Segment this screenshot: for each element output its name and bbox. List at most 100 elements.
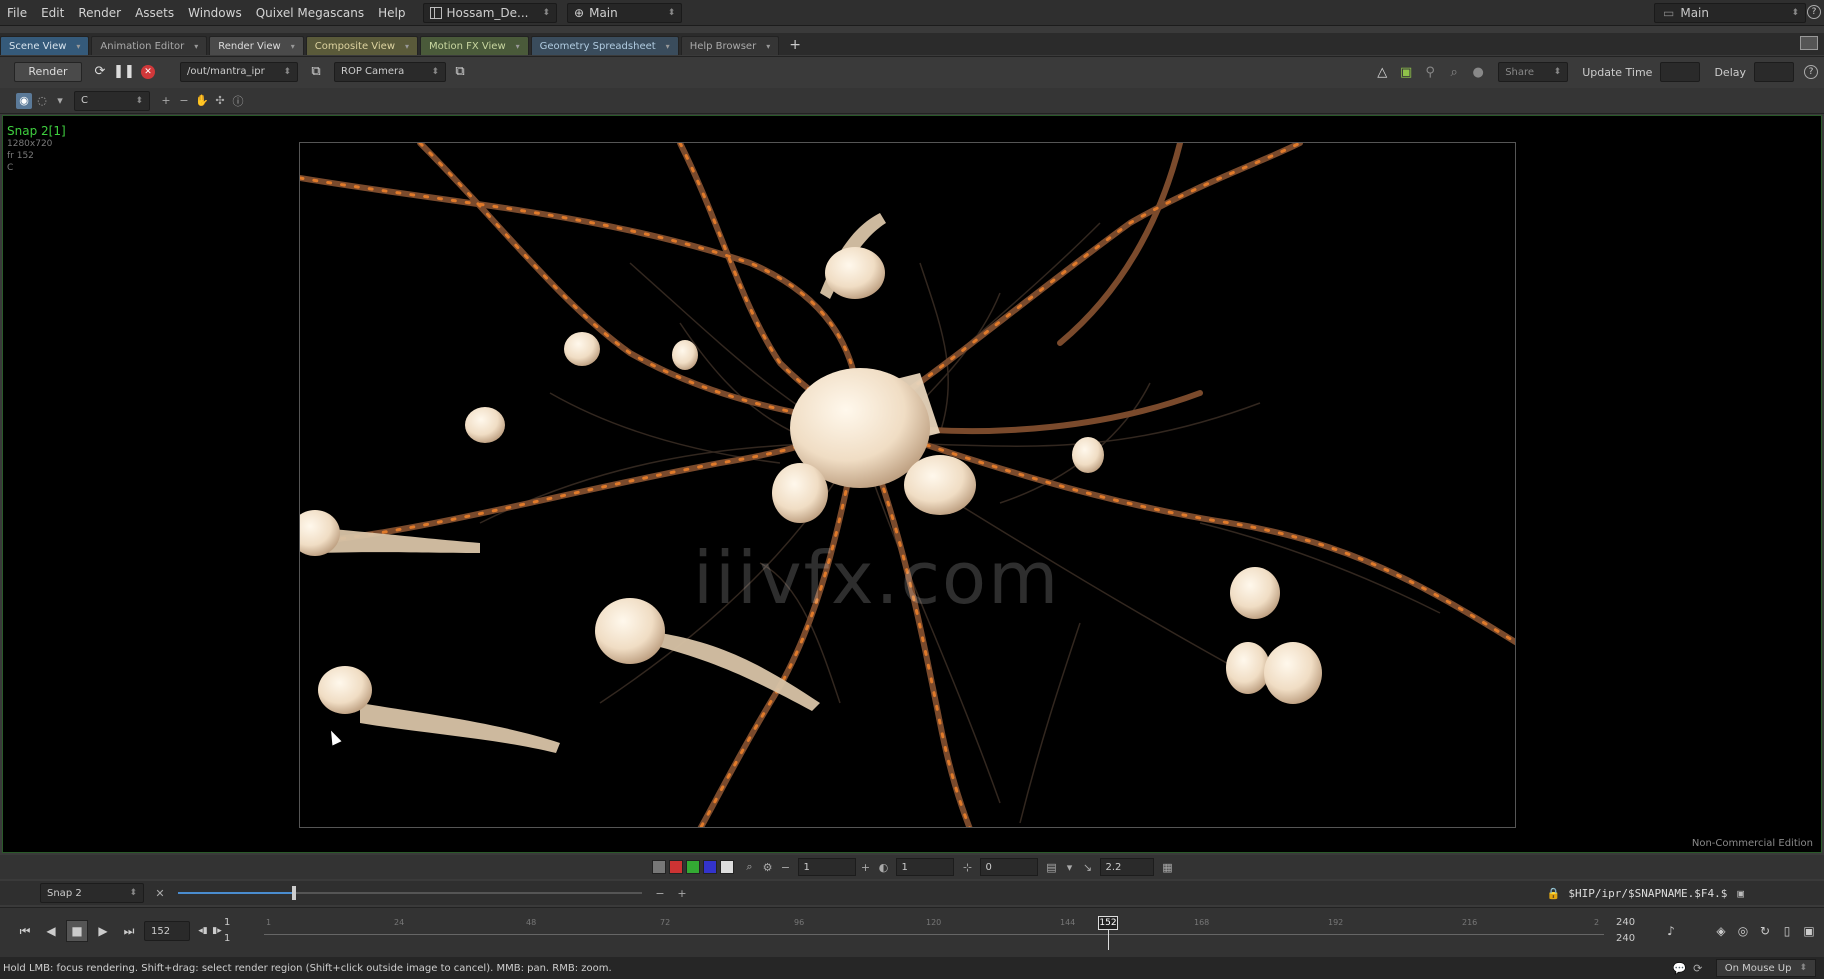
dropdown-icon[interactable]: ▾: [1062, 859, 1078, 875]
jump-start-icon[interactable]: ⏮: [14, 920, 36, 942]
save-icon[interactable]: ▣: [1737, 887, 1744, 900]
zoom-out-icon[interactable]: −: [176, 93, 192, 109]
tab-geometry-spreadsheet[interactable]: Geometry Spreadsheet ▾: [530, 36, 679, 56]
context-selector[interactable]: ⊕ Main ⬍: [567, 2, 683, 23]
help-icon[interactable]: ?: [1804, 65, 1818, 79]
start-frame-1[interactable]: 1: [224, 917, 230, 928]
timeline[interactable]: 1 24 48 72 96 120 144 168 192 216 2 152: [264, 914, 1604, 950]
current-frame-field[interactable]: 152: [144, 921, 190, 941]
share-field[interactable]: Share ⬍: [1498, 62, 1569, 82]
camera-field[interactable]: ROP Camera ⬍: [334, 61, 446, 82]
render-viewport[interactable]: Snap 2[1] 1280x720 fr 152 C iiivfx.com N…: [2, 115, 1822, 853]
pause-icon[interactable]: ❚❚: [113, 62, 135, 82]
delay-field[interactable]: [1754, 62, 1794, 82]
rgb-channel-icon[interactable]: [651, 860, 666, 874]
menu-file[interactable]: File: [0, 0, 34, 26]
stop-render-button[interactable]: ✕: [138, 62, 158, 82]
lock-icon[interactable]: 🔒: [1547, 887, 1561, 900]
tab-menu-icon[interactable]: ▾: [766, 37, 770, 56]
tab-menu-icon[interactable]: ▾: [666, 37, 670, 56]
camera-jump-icon[interactable]: ⧉: [450, 62, 470, 82]
remove-snapshot-icon[interactable]: −: [652, 885, 668, 901]
update-mode-select[interactable]: On Mouse Up ⬍: [1715, 959, 1816, 977]
zoom-icon[interactable]: ⌕: [1444, 62, 1464, 82]
gamma-field[interactable]: 2.2: [1099, 858, 1154, 876]
main-layout-selector[interactable]: ▭ Main ⬍: [1654, 3, 1806, 23]
pin-icon[interactable]: ⚲: [1420, 62, 1440, 82]
refresh-icon[interactable]: ⟳: [1690, 960, 1706, 976]
decrement-icon[interactable]: −: [778, 859, 794, 875]
render-image[interactable]: [299, 142, 1516, 828]
brightness-field[interactable]: 1: [895, 858, 954, 876]
menu-edit[interactable]: Edit: [34, 0, 71, 26]
alpha-channel-icon[interactable]: [719, 860, 734, 874]
channel-select[interactable]: C ⬍: [74, 90, 150, 111]
increment-icon[interactable]: +: [858, 859, 874, 875]
settings-icon[interactable]: ⚙: [760, 859, 776, 875]
help-icon[interactable]: ?: [1807, 5, 1821, 19]
chat-icon[interactable]: 💬: [1672, 960, 1688, 976]
render-region-icon[interactable]: △: [1372, 62, 1392, 82]
loop-icon[interactable]: ↻: [1754, 920, 1776, 942]
menu-render[interactable]: Render: [71, 0, 128, 26]
refresh-icon[interactable]: ⟳: [90, 62, 110, 82]
offset-icon[interactable]: ⊹: [960, 859, 976, 875]
add-snapshot-icon[interactable]: +: [674, 885, 690, 901]
snapshot-output-path[interactable]: 🔒 $HIP/ipr/$SNAPNAME.$F4.$ ▣: [1547, 884, 1744, 902]
end-frame-2[interactable]: 240: [1616, 933, 1635, 944]
jump-end-icon[interactable]: ⏭: [118, 920, 140, 942]
snapshot-slider-handle[interactable]: [292, 886, 296, 900]
audio-icon[interactable]: ♪: [1660, 920, 1682, 942]
end-frame-1[interactable]: 240: [1616, 917, 1635, 928]
bookmark-icon[interactable]: ▯: [1776, 920, 1798, 942]
zoom-in-icon[interactable]: +: [158, 93, 174, 109]
sphere-icon[interactable]: ●: [1468, 62, 1488, 82]
green-channel-icon[interactable]: [685, 860, 700, 874]
keyframe-icon[interactable]: ◈: [1710, 920, 1732, 942]
tab-menu-icon[interactable]: ▾: [516, 37, 520, 56]
tab-menu-icon[interactable]: ▾: [405, 37, 409, 56]
grid-icon[interactable]: ▦: [1160, 859, 1176, 875]
menu-help[interactable]: Help: [371, 0, 412, 26]
delete-snapshot-icon[interactable]: ✕: [152, 885, 168, 901]
play-forward-icon[interactable]: ▶: [92, 920, 114, 942]
settings-icon[interactable]: ▣: [1798, 920, 1820, 942]
pan-icon[interactable]: ✋: [194, 93, 210, 109]
stop-icon[interactable]: ■: [66, 920, 88, 942]
realtime-icon[interactable]: ◎: [1732, 920, 1754, 942]
info-icon[interactable]: ⓘ: [230, 93, 246, 109]
lut-icon[interactable]: ▤: [1044, 859, 1060, 875]
dropdown-icon[interactable]: ▾: [52, 93, 68, 109]
timeline-cursor[interactable]: 152: [1098, 916, 1118, 930]
play-reverse-icon[interactable]: ◀: [40, 920, 62, 942]
color-correct-icon[interactable]: ▣: [1396, 62, 1416, 82]
tab-help-browser[interactable]: Help Browser ▾: [680, 36, 780, 56]
tab-menu-icon[interactable]: ▾: [194, 37, 198, 56]
tab-composite-view[interactable]: Composite View ▾: [305, 36, 419, 56]
desktop-selector[interactable]: Hossam_De... ⬍: [422, 2, 558, 23]
gamma-icon[interactable]: ↘: [1080, 859, 1096, 875]
tab-render-view[interactable]: Render View ▾: [209, 36, 304, 55]
tab-scene-view[interactable]: Scene View ▾: [0, 36, 90, 56]
pane-layout-icon[interactable]: [1800, 36, 1818, 50]
menu-quixel-megascans[interactable]: Quixel Megascans: [249, 0, 371, 26]
node-jump-icon[interactable]: ⧉: [306, 62, 326, 82]
update-time-field[interactable]: [1660, 62, 1701, 82]
sample-tool-icon[interactable]: ◌: [34, 93, 50, 109]
zoom-field[interactable]: 1: [797, 858, 856, 876]
tab-menu-icon[interactable]: ▾: [291, 37, 295, 56]
menu-assets[interactable]: Assets: [128, 0, 181, 26]
add-tab-icon[interactable]: +: [781, 36, 809, 55]
zoom-tool-icon[interactable]: ⌕: [742, 859, 758, 875]
start-frame-2[interactable]: 1: [224, 933, 230, 944]
render-button[interactable]: Render: [14, 61, 82, 82]
snapshot-select[interactable]: Snap 2 ⬍: [40, 883, 144, 903]
menu-windows[interactable]: Windows: [181, 0, 249, 26]
fit-icon[interactable]: ✣: [212, 93, 228, 109]
select-tool-icon[interactable]: ◉: [16, 92, 32, 109]
red-channel-icon[interactable]: [668, 860, 683, 874]
tab-menu-icon[interactable]: ▾: [76, 37, 80, 56]
tab-motion-fx-view[interactable]: Motion FX View ▾: [420, 36, 529, 55]
blue-channel-icon[interactable]: [702, 860, 717, 874]
tab-animation-editor[interactable]: Animation Editor ▾: [91, 36, 208, 56]
